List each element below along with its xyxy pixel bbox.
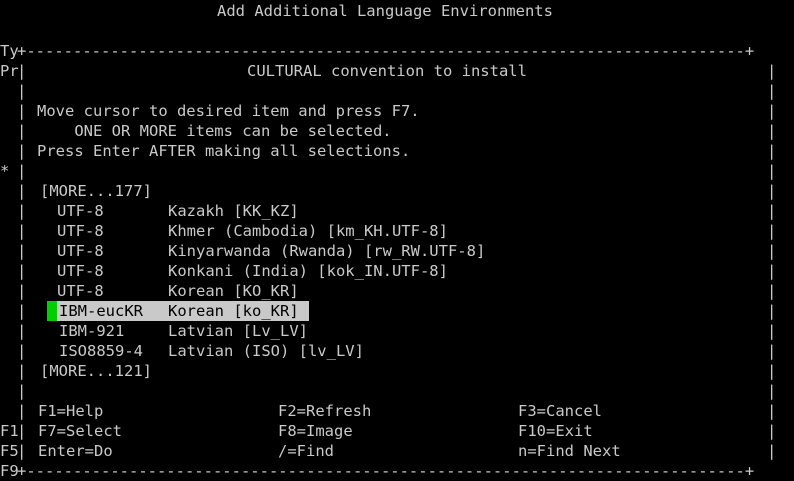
select-key[interactable]: F7=Select <box>38 421 122 441</box>
dialog-right-border-segment: | <box>767 262 777 280</box>
selection-cursor <box>47 301 57 321</box>
dialog-right-border-segment: | <box>767 122 777 140</box>
dialog-right-border-segment: | <box>767 422 777 440</box>
list-item-codeset[interactable]: UTF-8 <box>57 201 104 221</box>
dialog-left-border-segment: | <box>17 342 27 360</box>
bg-label-ty: Ty <box>0 42 19 60</box>
dialog-left-border-segment: | <box>17 62 27 80</box>
image-key[interactable]: F8=Image <box>278 421 353 441</box>
dialog-right-border-segment: | <box>767 242 777 260</box>
list-item-codeset[interactable]: ISO8859-4 <box>59 341 143 361</box>
dialog-right-border-segment: | <box>767 442 777 460</box>
bg-label-f9: F9 <box>0 462 19 480</box>
list-item-codeset[interactable]: IBM-921 <box>59 321 124 341</box>
dialog-left-border-segment: | <box>17 362 27 380</box>
dialog-left-border-segment: | <box>17 82 27 100</box>
dialog-left-border-segment: | <box>17 242 27 260</box>
bg-label-f5: F5 <box>0 442 19 460</box>
dialog-left-border-segment: | <box>17 302 27 320</box>
list-item-codeset[interactable]: UTF-8 <box>57 281 104 301</box>
dialog-left-border-segment: | <box>17 442 27 460</box>
list-item-name[interactable]: Khmer (Cambodia) [km_KH.UTF-8] <box>168 221 448 241</box>
bg-label-pr: Pr <box>0 62 19 80</box>
dialog-right-border-segment: | <box>767 302 777 320</box>
dialog-left-border-segment: | <box>17 162 27 180</box>
more-indicator-bottom[interactable]: [MORE...121] <box>40 361 152 381</box>
dialog-right-border-segment: | <box>767 382 777 400</box>
dialog-left-border-segment: | <box>17 322 27 340</box>
do-key[interactable]: Enter=Do <box>38 441 113 461</box>
help-key[interactable]: F1=Help <box>38 401 103 421</box>
dialog-top-border: +---------------------------------------… <box>17 42 755 60</box>
find-next-key[interactable]: n=Find Next <box>518 441 621 461</box>
dialog-title: CULTURAL convention to install <box>247 62 527 80</box>
instruction-line-3: Press Enter AFTER making all selections. <box>37 142 411 160</box>
dialog-right-border-segment: | <box>767 202 777 220</box>
list-item-name[interactable]: Latvian [Lv_LV] <box>168 321 308 341</box>
cancel-key[interactable]: F3=Cancel <box>518 401 602 421</box>
dialog-left-border-segment: | <box>17 282 27 300</box>
list-item-name[interactable]: Latvian (ISO) [lv_LV] <box>168 341 364 361</box>
list-item-codeset[interactable]: UTF-8 <box>57 221 104 241</box>
terminal-screen: Add Additional Language Environments Ty … <box>0 0 794 480</box>
list-item-name[interactable]: Kazakh [KK_KZ] <box>168 201 299 221</box>
dialog-right-border-segment: | <box>767 142 777 160</box>
instruction-line-2: ONE OR MORE items can be selected. <box>37 122 392 140</box>
dialog-left-border-segment: | <box>17 102 27 120</box>
dialog-left-border-segment: | <box>17 202 27 220</box>
exit-key[interactable]: F10=Exit <box>518 421 593 441</box>
dialog-right-border-segment: | <box>767 82 777 100</box>
dialog-right-border-segment: | <box>767 162 777 180</box>
dialog-right-border-segment: | <box>767 182 777 200</box>
dialog-left-border-segment: | <box>17 402 27 420</box>
dialog-left-border-segment: | <box>17 222 27 240</box>
list-item-name[interactable]: Korean [KO_KR] <box>168 281 299 301</box>
bg-label-f1: F1 <box>0 422 19 440</box>
selected-item-name[interactable]: Korean [ko_KR] <box>168 301 299 321</box>
dialog-left-border-segment: | <box>17 182 27 200</box>
dialog-right-border-segment: | <box>767 342 777 360</box>
selected-item-codeset[interactable]: IBM-eucKR <box>59 301 143 321</box>
dialog-left-border-segment: | <box>17 122 27 140</box>
screen-title: Add Additional Language Environments <box>217 2 553 20</box>
more-indicator-top[interactable]: [MORE...177] <box>40 181 152 201</box>
dialog-right-border-segment: | <box>767 282 777 300</box>
list-item-codeset[interactable]: UTF-8 <box>57 241 104 261</box>
dialog-right-border-segment: | <box>767 322 777 340</box>
refresh-key[interactable]: F2=Refresh <box>278 401 371 421</box>
bg-label-star: * <box>0 162 10 180</box>
instruction-line-1: Move cursor to desired item and press F7… <box>37 102 420 120</box>
dialog-right-border-segment: | <box>767 62 777 80</box>
dialog-right-border-segment: | <box>767 362 777 380</box>
dialog-left-border-segment: | <box>17 262 27 280</box>
dialog-left-border-segment: | <box>17 382 27 400</box>
dialog-bottom-border: +---------------------------------------… <box>17 462 755 480</box>
dialog-left-border-segment: | <box>17 142 27 160</box>
dialog-right-border-segment: | <box>767 102 777 120</box>
find-key[interactable]: /=Find <box>278 441 334 461</box>
dialog-right-border-segment: | <box>767 402 777 420</box>
list-item-name[interactable]: Konkani (India) [kok_IN.UTF-8] <box>168 261 448 281</box>
dialog-right-border-segment: | <box>767 222 777 240</box>
dialog-left-border-segment: | <box>17 422 27 440</box>
list-item-codeset[interactable]: UTF-8 <box>57 261 104 281</box>
list-item-name[interactable]: Kinyarwanda (Rwanda) [rw_RW.UTF-8] <box>168 241 485 261</box>
